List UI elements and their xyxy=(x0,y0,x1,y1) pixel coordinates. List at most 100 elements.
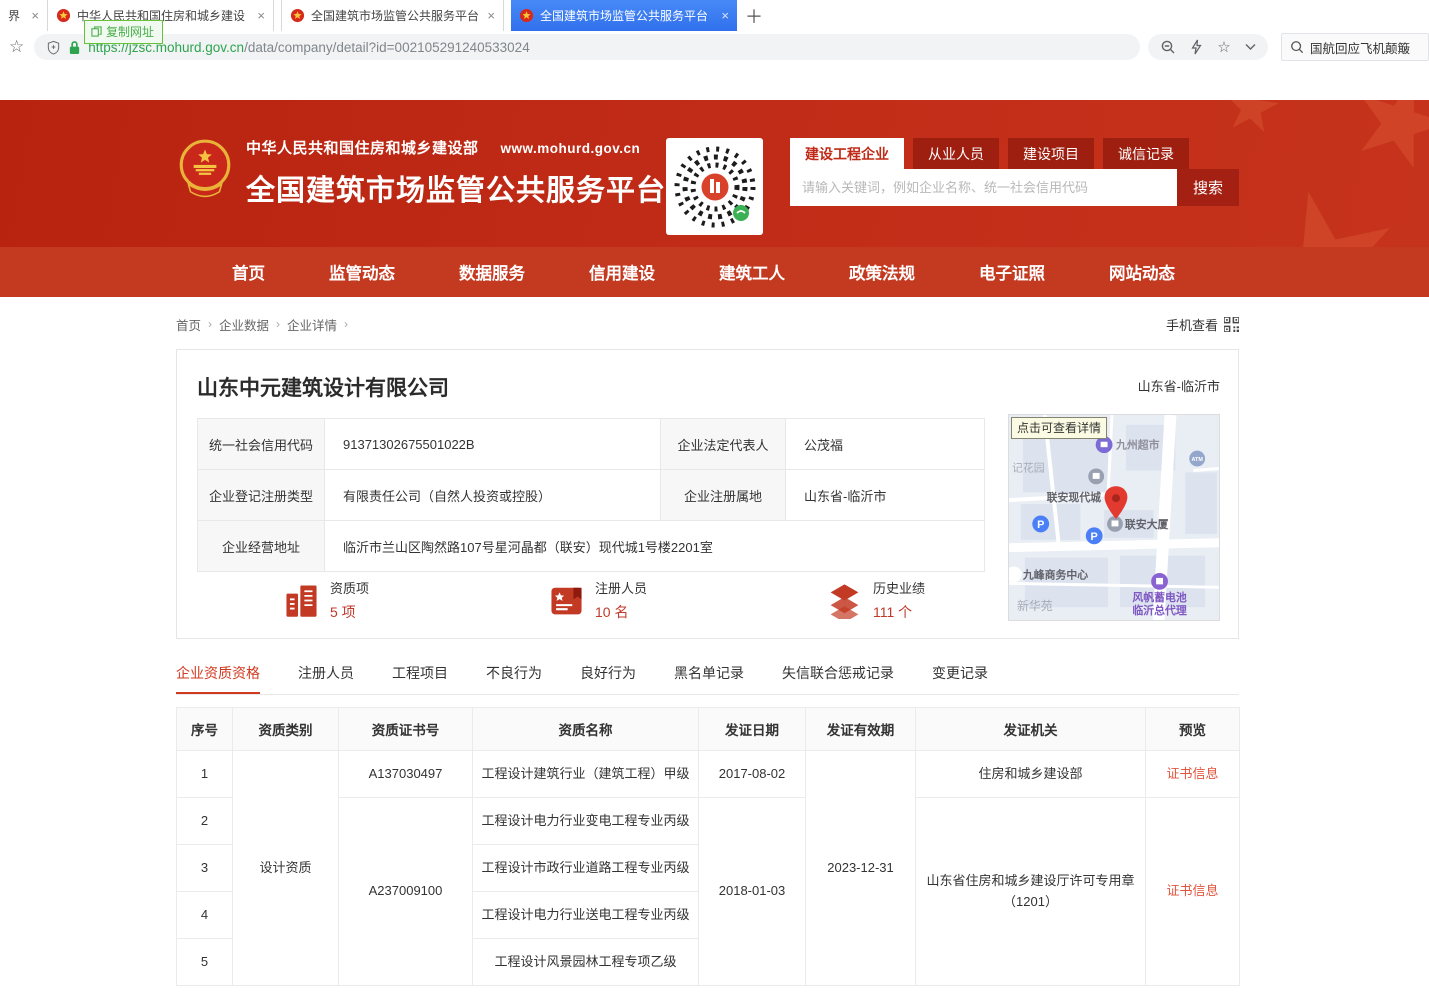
certificate-info-link[interactable]: 证书信息 xyxy=(1166,766,1218,781)
browser-tab-jzsc[interactable]: 全国建筑市场监管公共服务平台 × xyxy=(281,0,504,31)
zoom-out-icon[interactable] xyxy=(1160,39,1176,55)
tab-blacklist[interactable]: 黑名单记录 xyxy=(674,663,744,694)
nav-item-home[interactable]: 首页 xyxy=(232,260,265,284)
stat-label: 资质项 xyxy=(330,578,369,597)
stat-label: 注册人员 xyxy=(595,578,647,597)
search-tab-project[interactable]: 建设项目 xyxy=(1008,138,1094,169)
nav-item-site-news[interactable]: 网站动态 xyxy=(1109,260,1175,284)
stat-history-performance[interactable]: 历史业绩 111 个 xyxy=(826,578,925,622)
breadcrumb-separator: › xyxy=(208,317,212,331)
breadcrumb-home[interactable]: 首页 xyxy=(176,315,201,334)
qualification-name: 工程设计市政行业道路工程专业丙级 xyxy=(473,845,699,892)
emblem-favicon-icon xyxy=(56,8,71,23)
cert-number: A137030497 xyxy=(339,751,473,798)
qualification-table: 序号 资质类别 资质证书号 资质名称 发证日期 发证有效期 发证机关 预览 1 … xyxy=(176,707,1240,986)
quick-search-box[interactable]: 国航回应飞机颠簸 xyxy=(1281,33,1429,61)
stat-registered-personnel[interactable]: 注册人员 10 名 xyxy=(548,578,647,622)
company-region: 山东省-临沂市 xyxy=(1138,376,1220,395)
national-emblem-icon xyxy=(178,137,232,199)
col-header: 发证日期 xyxy=(699,708,806,751)
issue-date: 2017-08-02 xyxy=(699,751,806,798)
table-header-row: 序号 资质类别 资质证书号 资质名称 发证日期 发证有效期 发证机关 预览 xyxy=(177,708,1240,751)
browser-tab-partial[interactable]: 界 × xyxy=(0,0,48,31)
quick-search-text: 国航回应飞机颠簸 xyxy=(1310,38,1410,57)
breadcrumb-company-detail[interactable]: 企业详情 xyxy=(287,315,337,334)
info-label: 企业法定代表人 xyxy=(661,419,786,470)
tab-label: 全国建筑市场监管公共服务平台 xyxy=(311,7,479,24)
stat-label: 历史业绩 xyxy=(873,578,925,597)
tab-change-records[interactable]: 变更记录 xyxy=(932,663,988,694)
search-category-tabs: 建设工程企业 从业人员 建设项目 诚信记录 xyxy=(790,138,1239,169)
stat-qualifications[interactable]: 资质项 5 项 xyxy=(283,578,369,622)
nav-item-supervision[interactable]: 监管动态 xyxy=(329,260,395,284)
tab-bad-behavior[interactable]: 不良行为 xyxy=(486,663,542,694)
tab-qualifications[interactable]: 企业资质资格 xyxy=(176,663,260,694)
nav-item-workers[interactable]: 建筑工人 xyxy=(719,260,785,284)
new-tab-button[interactable]: ＋ xyxy=(737,0,771,31)
address-bar[interactable]: https://jzsc.mohurd.gov.cn/data/company/… xyxy=(34,34,1140,60)
close-icon[interactable]: × xyxy=(257,8,265,23)
registered-region-value: 山东省-临沂市 xyxy=(786,470,985,521)
issuing-authority: 山东省住房和城乡建设厅许可专用章 （1201） xyxy=(916,798,1146,986)
detail-tabs: 企业资质资格 注册人员 工程项目 不良行为 良好行为 黑名单记录 失信联合惩戒记… xyxy=(176,663,1239,695)
toolbar-actions: ☆ xyxy=(1148,34,1267,60)
map-label-garden: 记花园 xyxy=(1012,461,1045,474)
close-icon[interactable]: × xyxy=(31,8,39,23)
search-button[interactable]: 搜索 xyxy=(1177,169,1239,206)
search-tab-personnel[interactable]: 从业人员 xyxy=(913,138,999,169)
emblem-favicon-icon xyxy=(519,8,534,23)
copy-icon xyxy=(91,26,102,37)
nav-item-data-service[interactable]: 数据服务 xyxy=(459,260,525,284)
breadcrumb: 首页 › 企业数据 › 企业详情 › 手机查看 xyxy=(176,314,1239,334)
site-logo[interactable]: 中华人民共和国住房和城乡建设部www.mohurd.gov.cn 全国建筑市场监… xyxy=(178,137,666,209)
tab-dishonesty-records[interactable]: 失信联合惩戒记录 xyxy=(782,663,894,694)
search-tab-credit[interactable]: 诚信记录 xyxy=(1103,138,1189,169)
qualification-name: 工程设计风景园林工程专项乙级 xyxy=(473,939,699,986)
main-nav: 首页 监管动态 数据服务 信用建设 建筑工人 政策法规 电子证照 网站动态 xyxy=(0,247,1429,297)
url-path: /data/company/detail?id=0021052912405330… xyxy=(244,40,530,55)
breadcrumb-company-data[interactable]: 企业数据 xyxy=(219,315,269,334)
emblem-favicon-icon xyxy=(290,8,305,23)
search-tab-enterprise[interactable]: 建设工程企业 xyxy=(790,138,904,169)
tab-label: 界 xyxy=(8,7,20,24)
mobile-view-button[interactable]: 手机查看 xyxy=(1166,315,1239,334)
header-search: 建设工程企业 从业人员 建设项目 诚信记录 搜索 xyxy=(790,138,1239,206)
keyword-search-input[interactable] xyxy=(790,169,1177,206)
close-icon[interactable]: × xyxy=(721,8,729,23)
nav-item-e-license[interactable]: 电子证照 xyxy=(979,260,1045,284)
info-label: 统一社会信用代码 xyxy=(198,419,325,470)
bookmark-star-icon[interactable]: ☆ xyxy=(9,37,24,57)
issue-date: 2018-01-03 xyxy=(699,798,806,986)
lightning-icon[interactable] xyxy=(1190,39,1203,55)
platform-title: 全国建筑市场监管公共服务平台 xyxy=(246,167,666,209)
shield-plus-icon[interactable] xyxy=(46,40,61,55)
parking-letter: P xyxy=(1037,519,1044,531)
tab-strip: 界 × 中华人民共和国住房和城乡建设 × 全国建筑市场监管公共服务平台 × 全国… xyxy=(0,0,1429,31)
ministry-url: www.mohurd.gov.cn xyxy=(501,141,641,156)
copy-url-label: 复制网址 xyxy=(106,23,154,40)
tab-good-behavior[interactable]: 良好行为 xyxy=(580,663,636,694)
qualification-name: 工程设计建筑行业（建筑工程）甲级 xyxy=(473,751,699,798)
table-row: 1 设计资质 A137030497 工程设计建筑行业（建筑工程）甲级 2017-… xyxy=(177,751,1240,798)
tab-registered-personnel[interactable]: 注册人员 xyxy=(298,663,354,694)
browser-tab-active[interactable]: 全国建筑市场监管公共服务平台 × xyxy=(511,0,737,31)
certificate-info-link[interactable]: 证书信息 xyxy=(1166,883,1218,898)
flag-star-decoration xyxy=(1235,176,1413,247)
chevron-down-icon[interactable] xyxy=(1245,43,1256,51)
map-label-battery2: 临沂总代理 xyxy=(1132,603,1187,617)
map-label-tower: 联安大厦 xyxy=(1125,517,1169,531)
close-icon[interactable]: × xyxy=(487,8,495,23)
col-header: 资质类别 xyxy=(233,708,339,751)
favorite-star-icon[interactable]: ☆ xyxy=(1217,40,1230,55)
flag-star-decoration xyxy=(1340,100,1429,182)
location-map[interactable]: 点击可查看详情 xyxy=(1008,414,1220,621)
parking-letter: P xyxy=(1091,531,1098,543)
map-label-atm: ATM xyxy=(1192,457,1204,463)
breadcrumb-separator: › xyxy=(344,317,348,331)
map-canvas: 九州超市 ATM 记花园 联安现代城 P P 联安大厦 xyxy=(1009,415,1219,620)
tab-projects[interactable]: 工程项目 xyxy=(392,663,448,694)
nav-item-credit[interactable]: 信用建设 xyxy=(589,260,655,284)
nav-item-policy[interactable]: 政策法规 xyxy=(849,260,915,284)
stat-value: 10 名 xyxy=(595,602,647,622)
company-stats: 资质项 5 项 注册人员 10 名 历史业绩 111 个 xyxy=(197,578,985,622)
